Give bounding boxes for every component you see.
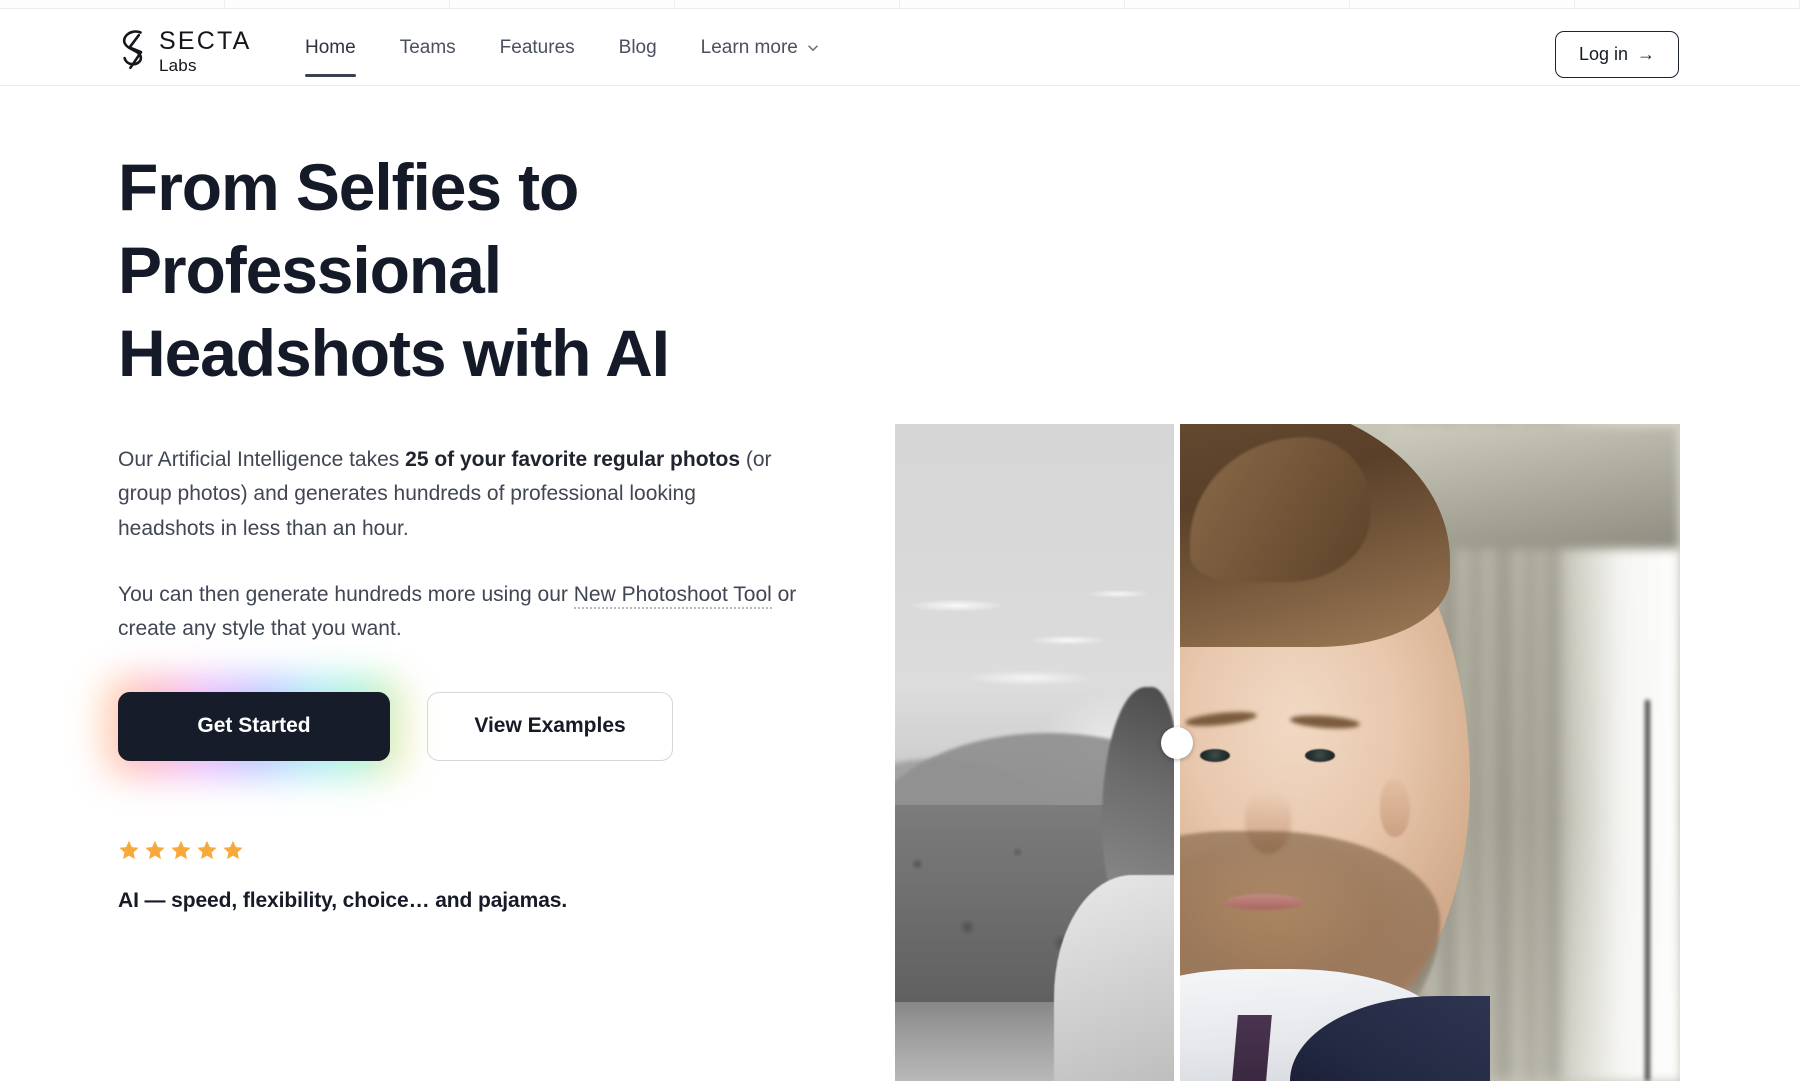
compare-slider-handle-icon[interactable] bbox=[1161, 727, 1193, 759]
site-header: SECTA Labs Home Teams Features Blog Lear… bbox=[0, 9, 1800, 86]
hero-paragraph-2: You can then generate hundreds more usin… bbox=[118, 578, 818, 646]
subject-lips bbox=[1225, 893, 1303, 910]
browser-tab-strip bbox=[0, 0, 1800, 9]
new-photoshoot-tool-link[interactable]: New Photoshoot Tool bbox=[573, 582, 772, 609]
nav-label: Blog bbox=[618, 36, 657, 58]
star-filled-icon bbox=[170, 839, 192, 861]
nav-label: Features bbox=[499, 36, 575, 58]
chevron-down-icon bbox=[807, 42, 819, 54]
hero-copy: From Selfies to Professional Headshots w… bbox=[102, 146, 838, 913]
login-button[interactable]: Log in → bbox=[1554, 31, 1679, 78]
headshot-photo bbox=[1180, 424, 1680, 1081]
before-image-selfie bbox=[895, 424, 1174, 1081]
browser-tab[interactable] bbox=[1575, 0, 1800, 9]
selfie-photo bbox=[895, 424, 1174, 1081]
logo-wordmark: SECTA bbox=[159, 26, 252, 55]
hero-section: From Selfies to Professional Headshots w… bbox=[0, 86, 1800, 1081]
browser-tab[interactable] bbox=[0, 0, 225, 9]
after-image-headshot bbox=[1180, 424, 1680, 1081]
browser-tab[interactable] bbox=[450, 0, 675, 9]
hero-paragraph-1: Our Artificial Intelligence takes 25 of … bbox=[118, 443, 798, 545]
selfie-sky-clouds bbox=[895, 561, 1174, 707]
before-after-compare[interactable] bbox=[895, 424, 1680, 1081]
paragraph-1-emphasis: 25 of your favorite regular photos bbox=[405, 448, 741, 472]
nav-item-learn-more[interactable]: Learn more bbox=[679, 9, 841, 86]
nav-item-features[interactable]: Features bbox=[478, 9, 597, 86]
get-started-wrapper: Get Started bbox=[102, 675, 406, 777]
arrow-right-icon: → bbox=[1637, 44, 1655, 64]
cta-button-row: Get Started View Examples bbox=[102, 675, 838, 777]
star-filled-icon bbox=[222, 839, 244, 861]
nav-label: Home bbox=[305, 36, 356, 58]
nav-label: Teams bbox=[399, 36, 456, 58]
subject-ear bbox=[1380, 778, 1410, 837]
browser-tab[interactable] bbox=[225, 0, 450, 9]
testimonial-tagline: AI — speed, flexibility, choice… and paj… bbox=[118, 888, 568, 912]
browser-tab[interactable] bbox=[1350, 0, 1575, 9]
get-started-button[interactable]: Get Started bbox=[118, 691, 390, 761]
logo[interactable]: SECTA Labs bbox=[118, 25, 252, 77]
background-railing bbox=[1645, 699, 1650, 1081]
main-navigation: Home Teams Features Blog Learn more bbox=[283, 9, 841, 86]
star-filled-icon bbox=[144, 839, 166, 861]
browser-tab[interactable] bbox=[675, 0, 900, 9]
paragraph-1-lead: Our Artificial Intelligence takes bbox=[118, 448, 406, 472]
nav-item-blog[interactable]: Blog bbox=[597, 9, 679, 86]
browser-tab[interactable] bbox=[1125, 0, 1350, 9]
paragraph-2-lead: You can then generate hundreds more usin… bbox=[118, 582, 574, 606]
page-title: From Selfies to Professional Headshots w… bbox=[118, 150, 670, 391]
rating-stars bbox=[118, 839, 838, 861]
nav-label: Learn more bbox=[700, 36, 798, 58]
subject-tie bbox=[1232, 1015, 1272, 1081]
browser-tab[interactable] bbox=[900, 0, 1125, 9]
view-examples-button[interactable]: View Examples bbox=[427, 691, 673, 761]
star-filled-icon bbox=[118, 839, 140, 861]
nav-item-home[interactable]: Home bbox=[283, 9, 378, 86]
logo-subtext: Labs bbox=[159, 55, 197, 75]
login-button-label: Log in bbox=[1578, 44, 1628, 64]
nav-item-teams[interactable]: Teams bbox=[378, 9, 478, 86]
star-filled-icon bbox=[196, 839, 218, 861]
secta-bolt-icon bbox=[118, 29, 152, 73]
